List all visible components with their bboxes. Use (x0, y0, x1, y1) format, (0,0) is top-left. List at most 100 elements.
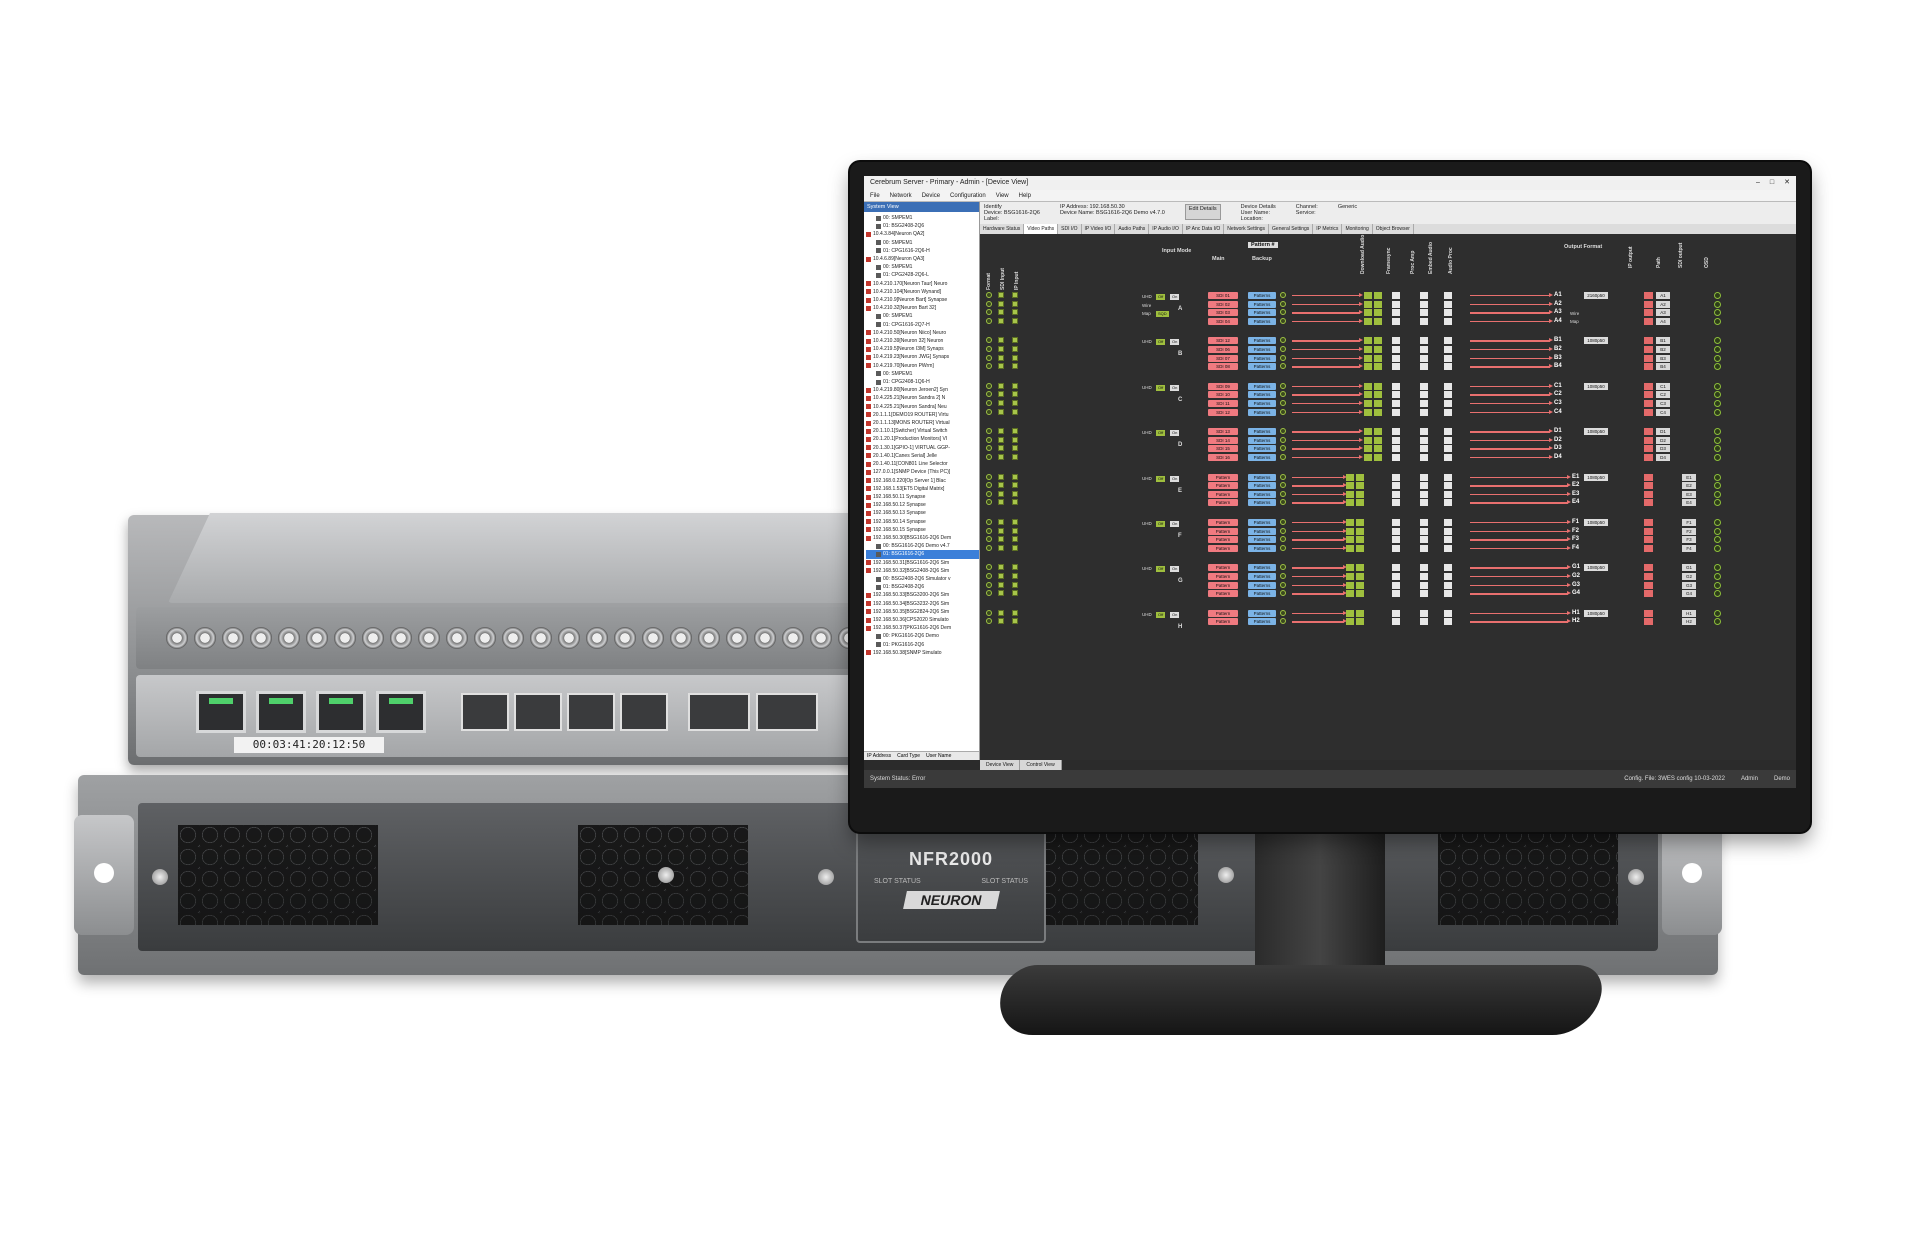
proc-amp-cell[interactable] (1392, 527, 1400, 535)
tab-network-settings[interactable]: Network Settings (1224, 224, 1270, 234)
osd-toggle[interactable] (1714, 428, 1721, 436)
framesync-cell[interactable] (1356, 527, 1364, 535)
minimize-button[interactable]: – (1756, 176, 1760, 190)
tree-item[interactable]: 01: CPG1616-2Q7-H (866, 321, 979, 329)
audio-proc-cell[interactable] (1444, 573, 1452, 580)
audio-proc-cell[interactable] (1444, 408, 1452, 416)
proc-amp-cell[interactable] (1392, 473, 1400, 481)
tree-item[interactable]: 192.168.50.13 Synapse (866, 509, 979, 517)
uhd-off-button[interactable]: Off (1156, 475, 1166, 482)
tab-control-view[interactable]: Control View (1020, 760, 1062, 770)
tree-item[interactable]: 10.4.210.9[Neuron Bart] Synapse (866, 296, 979, 304)
osd-toggle[interactable] (1714, 382, 1721, 390)
framesync-cell[interactable] (1374, 382, 1382, 390)
embed-audio-cell[interactable] (1420, 436, 1428, 444)
path-selector[interactable]: G1 (1682, 564, 1696, 572)
output-format-select[interactable]: 1080p50 (1584, 382, 1608, 390)
proc-amp-cell[interactable] (1392, 454, 1400, 461)
tree-item[interactable]: 10.4.210.170[Neuron Taur] Neuro (866, 280, 979, 288)
backup-source-button[interactable]: Patterns (1248, 382, 1276, 390)
framesync-cell[interactable] (1374, 346, 1382, 353)
main-source-button[interactable]: SDI 11 (1208, 400, 1238, 407)
backup-source-button[interactable]: Patterns (1248, 428, 1276, 436)
audio-proc-cell[interactable] (1444, 445, 1452, 453)
framesync-cell[interactable] (1356, 564, 1364, 572)
backup-source-button[interactable]: Patterns (1248, 300, 1276, 308)
map-sqd-button[interactable]: SQD (1156, 311, 1169, 318)
embed-audio-cell[interactable] (1420, 363, 1428, 371)
path-selector[interactable]: A1 (1656, 292, 1670, 299)
tree-item[interactable]: 01: BSG2408-2Q6 (866, 583, 979, 591)
proc-amp-cell[interactable] (1392, 519, 1400, 526)
proc-amp-cell[interactable] (1392, 590, 1400, 598)
tab-hardware-status[interactable]: Hardware Status (980, 224, 1025, 234)
tree-item[interactable]: 10.4.219.80[Neuron Jeroen2] Syn (866, 386, 979, 394)
tree-item[interactable]: 10.4.210.104[Neuron Wynand] (866, 288, 979, 296)
audio-proc-cell[interactable] (1444, 436, 1452, 444)
osd-toggle[interactable] (1714, 408, 1721, 416)
osd-toggle[interactable] (1714, 473, 1721, 481)
output-format-select[interactable]: 1080p50 (1584, 473, 1608, 481)
uhd-on-button[interactable]: On (1170, 521, 1180, 527)
main-source-button[interactable]: SDI 07 (1208, 354, 1238, 362)
framesync-cell[interactable] (1374, 445, 1382, 453)
proc-amp-cell[interactable] (1392, 300, 1400, 308)
uhd-on-button[interactable]: On (1170, 384, 1180, 391)
menu-network[interactable]: Network (890, 190, 912, 201)
uhd-off-button[interactable]: Off (1156, 430, 1166, 437)
main-source-button[interactable]: SDI 08 (1208, 363, 1238, 371)
audio-proc-cell[interactable] (1444, 363, 1452, 371)
framesync-cell[interactable] (1356, 499, 1364, 507)
uhd-off-button[interactable]: Off (1156, 611, 1166, 618)
proc-amp-cell[interactable] (1392, 536, 1400, 544)
main-source-button[interactable]: Pattern (1208, 581, 1238, 589)
ip-output-toggle[interactable] (1644, 519, 1653, 526)
embed-audio-cell[interactable] (1420, 527, 1428, 535)
path-selector[interactable]: A2 (1656, 300, 1670, 308)
backup-source-button[interactable]: Patterns (1248, 536, 1276, 544)
osd-toggle[interactable] (1714, 454, 1721, 461)
backup-source-button[interactable]: Patterns (1248, 544, 1276, 552)
main-source-button[interactable]: Pattern (1208, 590, 1238, 598)
proc-amp-cell[interactable] (1392, 573, 1400, 580)
proc-amp-cell[interactable] (1392, 292, 1400, 299)
tab-object-browser[interactable]: Object Browser (1373, 224, 1414, 234)
tree-item[interactable]: 01: PKG1616-2Q6 (866, 641, 979, 649)
audio-proc-cell[interactable] (1444, 382, 1452, 390)
backup-source-button[interactable]: Patterns (1248, 499, 1276, 507)
menu-configuration[interactable]: Configuration (950, 190, 986, 201)
ip-output-toggle[interactable] (1644, 564, 1653, 572)
proc-amp-cell[interactable] (1392, 445, 1400, 453)
tab-audio-paths[interactable]: Audio Paths (1115, 224, 1150, 234)
audio-proc-cell[interactable] (1444, 309, 1452, 317)
framesync-cell[interactable] (1346, 499, 1354, 507)
tree-item[interactable]: 00: SMPEM1 (866, 239, 979, 247)
tree-item[interactable]: 00: SMPEM1 (866, 214, 979, 222)
main-source-button[interactable]: Pattern (1208, 499, 1238, 507)
backup-source-button[interactable]: Patterns (1248, 609, 1276, 617)
framesync-cell[interactable] (1346, 581, 1354, 589)
audio-proc-cell[interactable] (1444, 499, 1452, 507)
audio-proc-cell[interactable] (1444, 391, 1452, 399)
uhd-on-button[interactable]: On (1170, 430, 1180, 437)
path-selector[interactable]: C4 (1656, 408, 1670, 416)
framesync-cell[interactable] (1374, 436, 1382, 444)
framesync-cell[interactable] (1374, 309, 1382, 317)
audio-proc-cell[interactable] (1444, 609, 1452, 617)
proc-amp-cell[interactable] (1392, 428, 1400, 436)
proc-amp-cell[interactable] (1392, 354, 1400, 362)
osd-toggle[interactable] (1714, 618, 1721, 626)
ip-output-toggle[interactable] (1644, 499, 1653, 507)
tree-item[interactable]: 192.168.1.53[ET5 Digital Matrix] (866, 485, 979, 493)
audio-proc-cell[interactable] (1444, 544, 1452, 552)
framesync-cell[interactable] (1346, 573, 1354, 580)
backup-source-button[interactable]: Patterns (1248, 564, 1276, 572)
tree-item[interactable]: 00: BSG1616-2Q6 Demo v4.7 (866, 542, 979, 550)
path-selector[interactable]: A3 (1656, 309, 1670, 317)
ip-output-toggle[interactable] (1644, 609, 1653, 617)
main-source-button[interactable]: SDI 04 (1208, 317, 1238, 325)
tab-ip-metrics[interactable]: IP Metrics (1313, 224, 1343, 234)
osd-toggle[interactable] (1714, 436, 1721, 444)
tab-card-type[interactable]: Card Type (897, 752, 920, 760)
embed-audio-cell[interactable] (1420, 490, 1428, 498)
